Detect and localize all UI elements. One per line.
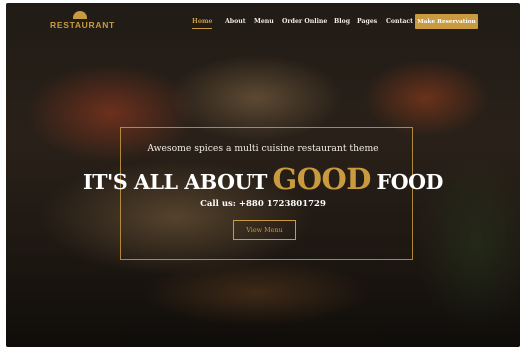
call-us: Call us: +880 1723801729	[6, 199, 520, 209]
hero-content: Awesome spices a multi cuisine restauran…	[6, 3, 520, 347]
headline-pre: IT'S ALL ABOUT	[83, 170, 267, 194]
hero-headline: IT'S ALL ABOUT GOOD FOOD	[6, 162, 520, 201]
hero-section: RESTAURANT Home About Menu Order Online …	[6, 3, 520, 347]
headline-highlight: GOOD	[272, 162, 372, 196]
hero-tagline: Awesome spices a multi cuisine restauran…	[147, 143, 379, 154]
view-menu-button[interactable]: View Menu	[233, 220, 296, 240]
phone-number[interactable]: +880 1723801729	[239, 199, 326, 209]
call-label: Call us:	[200, 199, 236, 209]
headline-post: FOOD	[376, 170, 444, 194]
